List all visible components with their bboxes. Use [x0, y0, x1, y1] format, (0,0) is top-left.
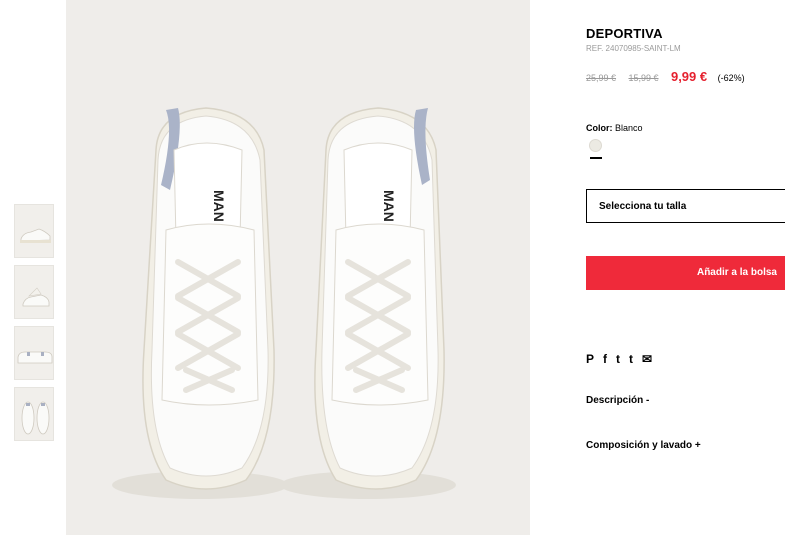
thumbnail-gallery: [14, 204, 54, 448]
svg-text:MAN: MAN: [211, 190, 227, 222]
thumbnail-angle-view[interactable]: [14, 265, 54, 319]
sneaker-side-icon: [20, 228, 51, 243]
tumblr-icon[interactable]: t: [629, 352, 633, 366]
selected-swatch-indicator: [590, 157, 602, 159]
sneaker-angle-icon: [22, 287, 50, 307]
sneaker-back-icon: [17, 351, 53, 364]
sneaker-top-icon: [21, 401, 50, 435]
facebook-icon[interactable]: f: [603, 352, 607, 366]
left-sneaker: MAN: [142, 107, 275, 490]
thumbnail-side-view[interactable]: [14, 204, 54, 258]
size-selector[interactable]: Selecciona tu talla: [586, 189, 785, 223]
pinterest-icon[interactable]: P: [586, 352, 594, 366]
social-share-bar: P f t t ✉: [586, 352, 652, 366]
color-label: Color:: [586, 123, 613, 133]
svg-text:MAN: MAN: [381, 190, 397, 222]
color-info: Color: Blanco: [586, 123, 643, 133]
white-sneakers-image: MAN MAN: [112, 107, 456, 499]
price-row: 25,99 € 15,99 € 9,99 € (-62%): [586, 68, 745, 86]
sale-price: 9,99 €: [670, 69, 708, 84]
add-to-bag-button[interactable]: Añadir a la bolsa: [586, 256, 785, 290]
original-price: 25,99 €: [586, 73, 617, 83]
product-title: DEPORTIVA: [586, 26, 663, 41]
twitter-icon[interactable]: t: [616, 352, 620, 366]
composition-toggle[interactable]: Composición y lavado +: [586, 440, 701, 451]
thumbnail-top-view[interactable]: [14, 387, 54, 441]
color-swatch-blanco[interactable]: [589, 139, 602, 152]
email-icon[interactable]: ✉: [642, 352, 652, 366]
description-toggle[interactable]: Descripción -: [586, 395, 649, 406]
previous-price: 15,99 €: [628, 73, 659, 83]
main-product-image[interactable]: MAN MAN: [66, 0, 530, 535]
product-reference: REF. 24070985-SAINT-LM: [586, 44, 681, 53]
color-value: Blanco: [615, 123, 643, 133]
right-sneaker: MAN: [314, 107, 445, 490]
thumbnail-back-view[interactable]: [14, 326, 54, 380]
discount-badge: (-62%): [717, 73, 745, 83]
